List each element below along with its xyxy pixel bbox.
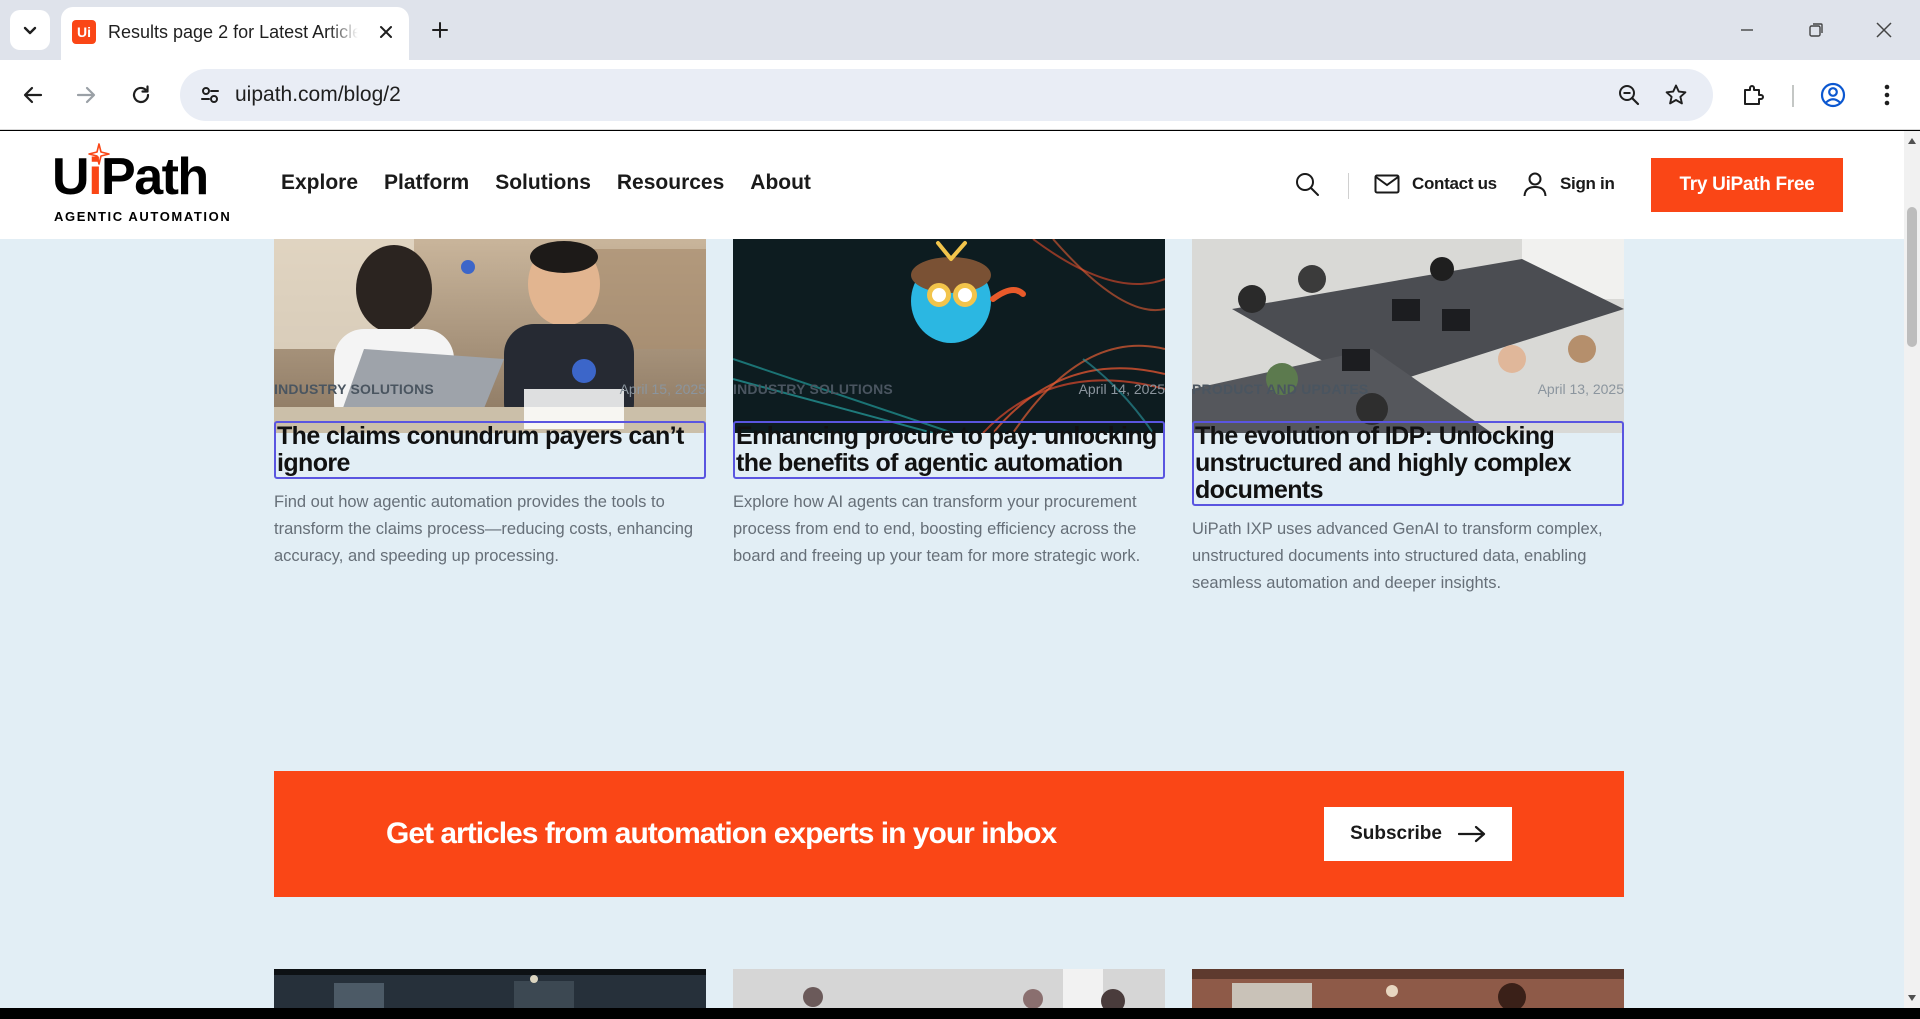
window-bottom-edge bbox=[0, 1008, 1920, 1019]
triangle-up-icon bbox=[1908, 138, 1916, 144]
bookmark-button[interactable] bbox=[1658, 77, 1694, 113]
logo-wordmark: UiPath bbox=[52, 148, 209, 206]
nav-item-solutions[interactable]: Solutions bbox=[495, 171, 591, 195]
newsletter-headline: Get articles from automation experts in … bbox=[386, 817, 1057, 850]
article-meta: INDUSTRY SOLUTIONS April 15, 2025 bbox=[274, 381, 706, 397]
nav-item-explore[interactable]: Explore bbox=[281, 171, 358, 195]
plus-icon bbox=[432, 22, 448, 38]
article-meta: INDUSTRY SOLUTIONS April 14, 2025 bbox=[733, 381, 1165, 397]
page-viewport: UiPath AGENTIC AUTOMATION Explore Platfo… bbox=[0, 131, 1904, 1008]
article-title[interactable]: The evolution of IDP: Unlocking unstruct… bbox=[1192, 421, 1624, 506]
article-description: UiPath IXP uses advanced GenAI to transf… bbox=[1192, 520, 1603, 592]
article-image-partial[interactable] bbox=[274, 969, 706, 1008]
nav-item-resources[interactable]: Resources bbox=[617, 171, 724, 195]
restore-icon bbox=[1809, 23, 1823, 37]
article-category[interactable]: INDUSTRY SOLUTIONS bbox=[733, 381, 893, 397]
nav-item-about[interactable]: About bbox=[750, 171, 811, 195]
article-description: Explore how AI agents can transform your… bbox=[733, 493, 1141, 565]
sparkle-icon bbox=[88, 143, 110, 165]
tab-search-button[interactable] bbox=[10, 10, 50, 50]
article-description: Find out how agentic automation provides… bbox=[274, 493, 694, 565]
contact-us-link[interactable]: Contact us bbox=[1374, 167, 1497, 201]
subscribe-label: Subscribe bbox=[1350, 823, 1442, 844]
try-uipath-free-button[interactable]: Try UiPath Free bbox=[1651, 158, 1843, 212]
main-nav: Explore Platform Solutions Resources Abo… bbox=[281, 171, 811, 195]
minimize-button[interactable] bbox=[1727, 10, 1767, 50]
scroll-down-button[interactable] bbox=[1904, 990, 1920, 1006]
logo-tagline: AGENTIC AUTOMATION bbox=[54, 209, 232, 224]
article-image-partial[interactable] bbox=[1192, 969, 1624, 1008]
close-icon bbox=[380, 26, 392, 38]
article-category[interactable]: INDUSTRY SOLUTIONS bbox=[274, 381, 434, 397]
profile-button[interactable] bbox=[1813, 75, 1853, 115]
site-info-button[interactable] bbox=[192, 77, 228, 113]
sign-in-label: Sign in bbox=[1560, 174, 1615, 193]
zoom-button[interactable] bbox=[1611, 77, 1647, 113]
browser-toolbar: uipath.com/blog/2 bbox=[0, 60, 1920, 130]
forward-arrow-icon bbox=[76, 86, 96, 104]
back-arrow-icon bbox=[23, 86, 43, 104]
zoom-icon bbox=[1619, 85, 1640, 106]
page-scrollbar[interactable] bbox=[1904, 131, 1920, 1008]
reload-button[interactable] bbox=[121, 75, 161, 115]
extensions-icon bbox=[1744, 85, 1764, 105]
article-image-office-meeting[interactable] bbox=[274, 239, 706, 433]
contact-us-label: Contact us bbox=[1412, 174, 1497, 193]
sign-in-link[interactable]: Sign in bbox=[1522, 167, 1615, 201]
article-date: April 13, 2025 bbox=[1537, 381, 1624, 397]
more-vert-icon bbox=[1884, 84, 1890, 106]
article-date: April 15, 2025 bbox=[619, 381, 706, 397]
reload-icon bbox=[132, 85, 150, 104]
star-icon bbox=[1665, 84, 1687, 105]
article-title[interactable]: The claims conundrum payers can’t ignore bbox=[274, 421, 706, 479]
site-search-button[interactable] bbox=[1290, 167, 1324, 201]
extensions-button[interactable] bbox=[1733, 75, 1773, 115]
chevron-down-icon bbox=[23, 26, 37, 35]
forward-button[interactable] bbox=[66, 75, 106, 115]
toolbar-divider bbox=[1792, 85, 1794, 107]
back-button[interactable] bbox=[13, 75, 53, 115]
address-bar[interactable]: uipath.com/blog/2 bbox=[180, 69, 1713, 121]
site-header: UiPath AGENTIC AUTOMATION Explore Platfo… bbox=[0, 131, 1904, 239]
user-icon bbox=[1523, 172, 1547, 197]
restore-button[interactable] bbox=[1796, 10, 1836, 50]
new-tab-button[interactable] bbox=[424, 14, 456, 46]
browser-menu-button[interactable] bbox=[1867, 75, 1907, 115]
window-close-button[interactable] bbox=[1864, 10, 1904, 50]
browser-tab-active[interactable]: Ui Results page 2 for Latest Articles | … bbox=[61, 7, 409, 60]
article-image-open-office[interactable] bbox=[1192, 239, 1624, 433]
triangle-down-icon bbox=[1908, 995, 1916, 1001]
article-category[interactable]: PRODUCT AND UPDATES bbox=[1192, 381, 1368, 397]
newsletter-banner: Get articles from automation experts in … bbox=[274, 771, 1624, 897]
url-text[interactable]: uipath.com/blog/2 bbox=[235, 83, 401, 107]
article-image-partial[interactable] bbox=[733, 969, 1165, 1008]
mail-icon bbox=[1374, 174, 1400, 194]
article-meta: PRODUCT AND UPDATES April 13, 2025 bbox=[1192, 381, 1624, 397]
tab-title: Results page 2 for Latest Articles | UiP… bbox=[108, 22, 358, 42]
tab-strip: Ui Results page 2 for Latest Articles | … bbox=[0, 0, 1920, 60]
tab-close-button[interactable] bbox=[373, 19, 399, 45]
arrow-right-icon bbox=[1457, 825, 1486, 843]
uipath-favicon-icon: Ui bbox=[72, 20, 96, 44]
article-date: April 14, 2025 bbox=[1078, 381, 1165, 397]
window-close-icon bbox=[1876, 22, 1892, 38]
profile-icon bbox=[1820, 82, 1846, 108]
minimize-icon bbox=[1741, 29, 1753, 31]
article-image-robot-mascot[interactable] bbox=[733, 239, 1165, 433]
nav-item-platform[interactable]: Platform bbox=[384, 171, 469, 195]
header-divider bbox=[1348, 173, 1349, 199]
subscribe-button[interactable]: Subscribe bbox=[1324, 807, 1512, 861]
search-icon bbox=[1296, 173, 1319, 196]
article-title[interactable]: Enhancing procure to pay: unlocking the … bbox=[733, 421, 1165, 479]
site-info-icon bbox=[201, 87, 219, 103]
uipath-logo[interactable]: UiPath AGENTIC AUTOMATION bbox=[52, 143, 230, 229]
scroll-up-button[interactable] bbox=[1904, 133, 1920, 149]
scroll-thumb[interactable] bbox=[1907, 207, 1917, 347]
